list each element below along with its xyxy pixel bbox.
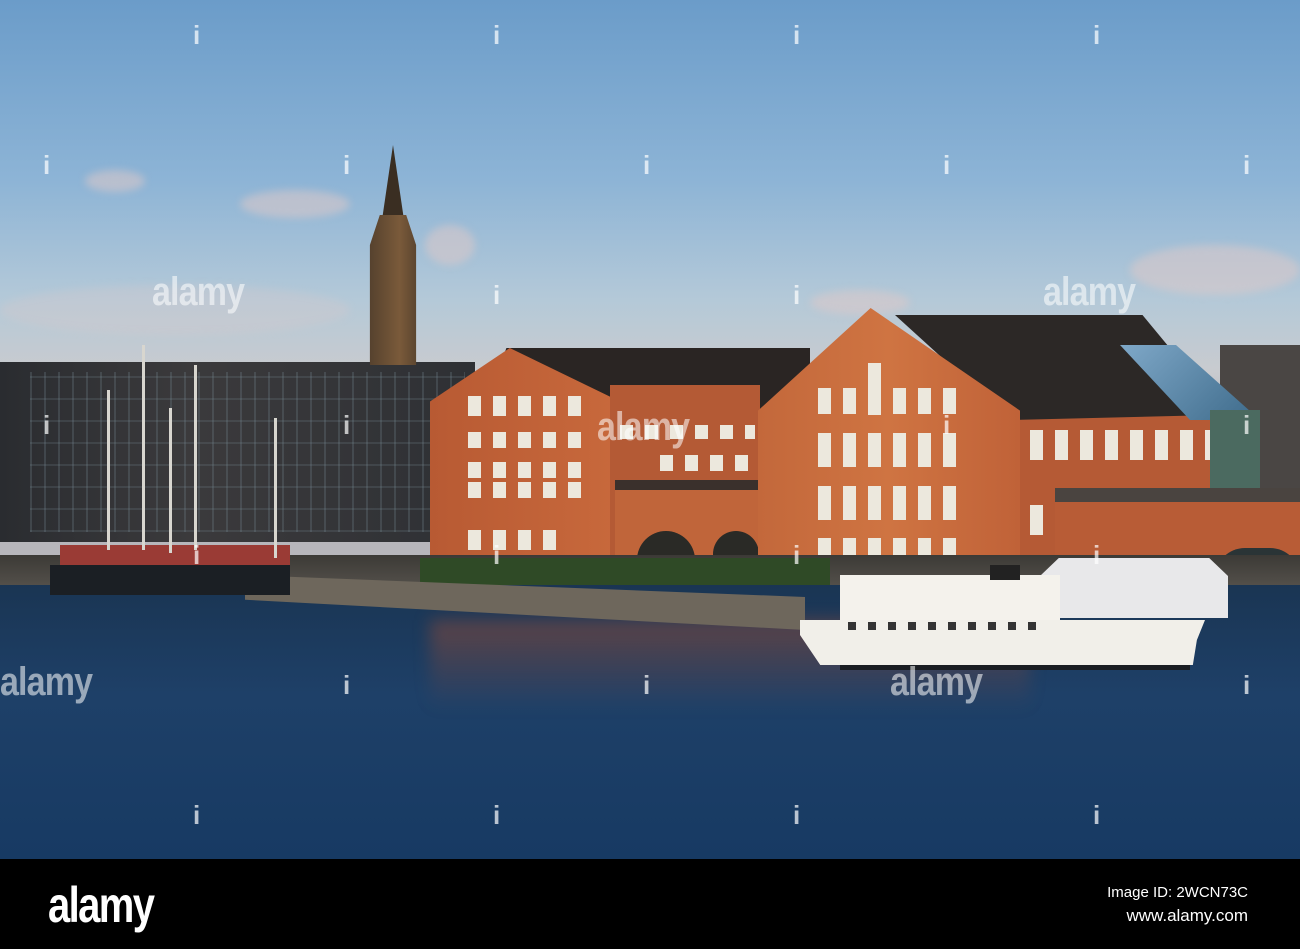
watermark-mark: i — [1093, 540, 1101, 570]
watermark-mark: i — [343, 670, 351, 700]
watermark-mark: i — [343, 150, 351, 180]
site-url: www.alamy.com — [1126, 906, 1248, 925]
watermark-mark: i — [1243, 150, 1251, 180]
watermark-mark: i — [793, 20, 801, 50]
cloud — [240, 190, 350, 218]
watermark-mark: i — [493, 280, 501, 310]
watermark: alamy — [597, 405, 690, 449]
footer-bar — [0, 859, 1300, 949]
boat-windows — [848, 622, 1048, 630]
watermark-mark: i — [943, 410, 951, 440]
mast — [142, 345, 145, 550]
circle-bridge — [60, 545, 290, 567]
glass-office-building — [0, 362, 475, 542]
watermark-mark: i — [43, 410, 51, 440]
mast — [169, 408, 172, 553]
watermark: alamy — [0, 660, 93, 704]
watermark-mark: i — [793, 800, 801, 830]
watermark-mark: i — [793, 540, 801, 570]
white-tent — [1040, 558, 1228, 618]
watermark: alamy — [152, 270, 245, 314]
watermark-mark: i — [493, 540, 501, 570]
watermark-mark: i — [793, 280, 801, 310]
cloud — [1130, 245, 1300, 295]
watermark-mark: i — [943, 150, 951, 180]
watermark-mark: i — [343, 410, 351, 440]
mast — [107, 390, 110, 550]
cloud — [810, 290, 910, 315]
watermark-mark: i — [193, 800, 201, 830]
mast — [274, 418, 277, 558]
glass-facade — [1210, 410, 1260, 490]
watermark-mark: i — [643, 670, 651, 700]
boat-cabin — [840, 575, 1060, 620]
watermark-mark: i — [1243, 410, 1251, 440]
hedge — [420, 558, 830, 588]
watermark-mark: i — [493, 20, 501, 50]
watermark-mark: i — [193, 20, 201, 50]
boat-funnel — [990, 565, 1020, 580]
watermark: alamy — [890, 660, 983, 704]
watermark-mark: i — [493, 800, 501, 830]
watermark-mark: i — [1093, 800, 1101, 830]
watermark-mark: i — [1243, 670, 1251, 700]
watermark-mark: i — [1093, 20, 1101, 50]
image-id: Image ID: 2WCN73C — [1107, 884, 1248, 901]
arcade-building — [615, 480, 760, 565]
watermark-mark: i — [193, 540, 201, 570]
watermark-mark: i — [43, 150, 51, 180]
watermark: alamy — [1043, 270, 1136, 314]
cloud — [85, 170, 145, 192]
cloud — [425, 225, 475, 265]
photo-scene: alamy alamy alamy alamy alamy i i i i i … — [0, 0, 1300, 859]
alamy-logo: alamy — [48, 877, 155, 933]
mast — [194, 365, 197, 550]
watermark-mark: i — [643, 150, 651, 180]
bridge-pontoon — [50, 565, 290, 595]
